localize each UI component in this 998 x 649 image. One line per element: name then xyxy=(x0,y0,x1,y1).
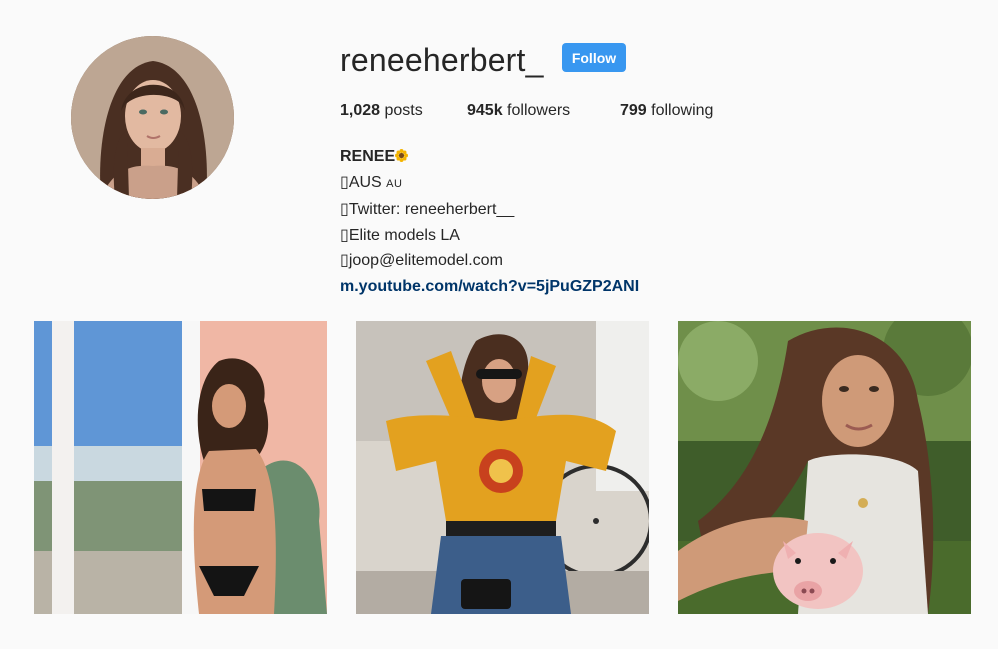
following-count: 799 xyxy=(620,102,647,119)
bio-name-line: RENEE xyxy=(340,144,639,170)
bio-line-twitter: ▯Twitter: reneeherbert__ xyxy=(340,201,515,218)
posts-label: posts xyxy=(384,102,423,119)
following-label: following xyxy=(651,102,714,119)
profile-page: reneeherbert_ Follow 1,028 posts 945k fo… xyxy=(0,0,998,649)
post-thumbnail-3[interactable] xyxy=(678,321,971,614)
bio-name: RENEE xyxy=(340,148,396,165)
followers-stat[interactable]: 945k followers xyxy=(467,100,570,122)
followers-count: 945k xyxy=(467,102,503,119)
bio-link-line: m.youtube.com/watch?v=5jPuGZP2ANI xyxy=(340,274,639,300)
bio-line-location: ▯AUS AU xyxy=(340,173,403,191)
bio-link[interactable]: m.youtube.com/watch?v=5jPuGZP2ANI xyxy=(340,278,639,295)
post-thumbnail-1[interactable] xyxy=(34,321,327,614)
missing-glyph-icon: ▯ xyxy=(340,226,349,244)
bio-line-agency: ▯Elite models LA xyxy=(340,226,460,244)
profile-avatar[interactable] xyxy=(71,36,234,199)
following-stat[interactable]: 799 following xyxy=(620,100,713,122)
posts-count: 1,028 xyxy=(340,102,381,119)
missing-glyph-icon: ▯ xyxy=(340,173,349,191)
missing-glyph-icon: ▯ xyxy=(340,201,349,218)
sunflower-icon xyxy=(395,145,409,162)
follow-button[interactable]: Follow xyxy=(562,43,626,72)
profile-bio: RENEE ▯AUS AU ▯Twitter: reneeherbert__ ▯… xyxy=(340,144,639,299)
posts-stat[interactable]: 1,028 posts xyxy=(340,100,423,122)
followers-label: followers xyxy=(507,102,571,119)
profile-username: reneeherbert_ xyxy=(340,42,544,78)
missing-glyph-icon: ▯ xyxy=(340,252,349,269)
post-thumbnail-2[interactable] xyxy=(356,321,649,614)
bio-line-email: ▯joop@elitemodel.com xyxy=(340,252,503,269)
